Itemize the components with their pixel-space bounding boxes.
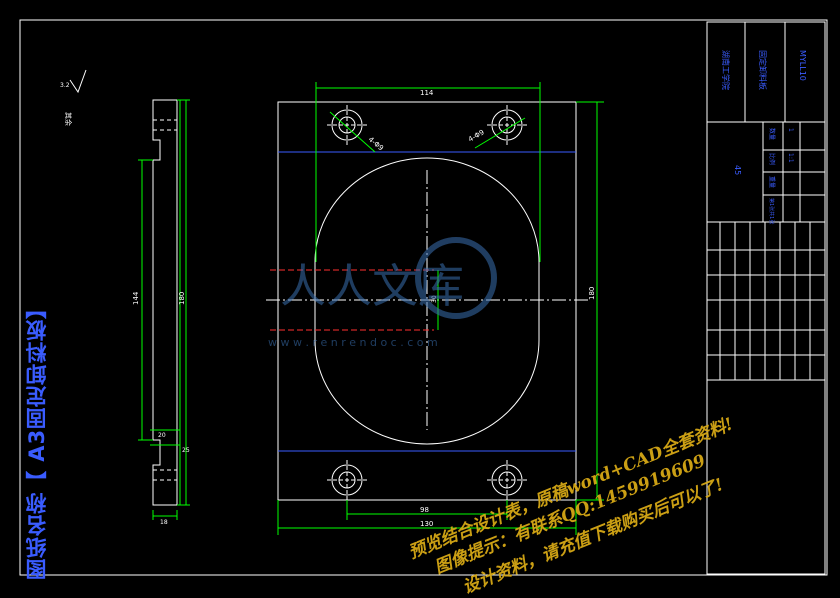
- title-qty-label: 数量: [768, 128, 776, 140]
- roughness-value: 3.2: [60, 82, 70, 89]
- title-weight-label: 重量: [768, 176, 776, 188]
- title-drawing-no: MYLL10: [798, 50, 807, 81]
- drawing-title: 图纸名称【 A3固定卸料板】: [25, 296, 49, 580]
- logo-url: w w w . r e n r e n d o c . c o m: [268, 336, 438, 349]
- renren-watermark-logo: 人人文库 w w w . r e n r e n d o c . c o m: [268, 237, 497, 349]
- dim-left-144: 144: [132, 291, 140, 305]
- dim-bottom-98: 98: [420, 506, 429, 514]
- title-qty-value: 1: [787, 128, 794, 132]
- dim-side-25: 25: [182, 447, 190, 454]
- title-material: 45: [733, 165, 742, 175]
- dim-hole-left: 4-Φ9: [367, 135, 385, 152]
- dim-top-114: 114: [420, 89, 434, 97]
- dim-bottom-130: 130: [420, 520, 433, 528]
- dim-right-180: 180: [588, 287, 596, 300]
- title-sheet-label: 第1张共1张: [768, 198, 775, 224]
- logo-text: 人人文库: [280, 259, 464, 313]
- side-view: [138, 99, 190, 520]
- cad-drawing-canvas: 3.2 其余 144 180 20 25 18 114 4-Φ9 4-Φ9 18…: [19, 19, 828, 576]
- dim-side-18: 18: [160, 519, 168, 526]
- title-scale-value: 1:1: [787, 153, 794, 163]
- roughness-note: 其余: [64, 112, 73, 126]
- surface-roughness-symbol: 3.2 其余: [60, 69, 87, 126]
- dim-hole-right: 4-Φ9: [467, 128, 486, 143]
- title-college: 湖南工学院: [721, 50, 731, 90]
- title-part-name: 固定卸料板: [758, 50, 768, 90]
- dim-left-180: 180: [178, 292, 186, 305]
- hole-bottom-left: [327, 460, 367, 500]
- dim-side-20: 20: [158, 432, 166, 439]
- hole-top-right: [487, 105, 527, 145]
- title-scale-label: 比例: [768, 153, 776, 165]
